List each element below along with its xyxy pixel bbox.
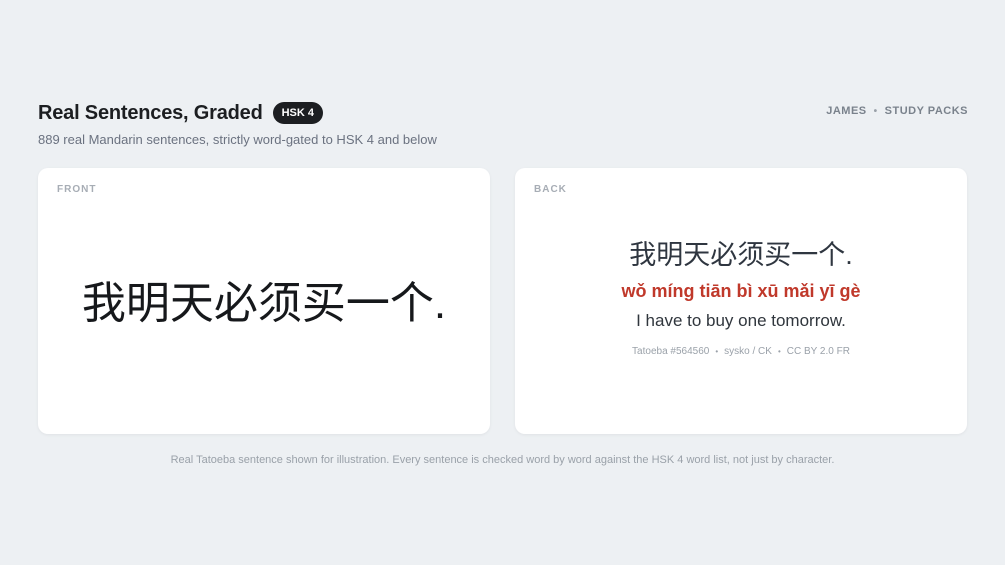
meta-separator: • <box>715 347 719 356</box>
back-card: BACK 我明天必须买一个. wǒ míng tiān bì xū mǎi yī… <box>515 168 967 434</box>
nav-study-packs-link[interactable]: STUDY PACKS <box>885 105 968 117</box>
front-card: FRONT 我明天必须买一个. <box>38 168 490 434</box>
nav-user-link[interactable]: JAMES <box>826 105 866 117</box>
page-subtitle: 889 real Mandarin sentences, strictly wo… <box>38 132 437 147</box>
level-badge: HSK 4 <box>272 102 323 124</box>
nav-separator: • <box>873 105 878 117</box>
meta-separator: • <box>777 347 781 356</box>
back-pinyin: wǒ míng tiān bì xū mǎi yī gè <box>621 281 861 301</box>
meta-license: CC BY 2.0 FR <box>786 346 850 357</box>
page-header: Real Sentences, Graded HSK 4 889 real Ma… <box>38 99 968 149</box>
top-nav: JAMES • STUDY PACKS <box>826 105 968 117</box>
meta-source: Tatoeba #564560 <box>632 346 710 357</box>
page-title: Real Sentences, Graded <box>38 101 263 124</box>
front-card-label: FRONT <box>57 184 97 195</box>
footer-note: Real Tatoeba sentence shown for illustra… <box>170 454 835 466</box>
back-translation: I have to buy one tomorrow. <box>636 311 846 330</box>
back-card-label: BACK <box>534 184 567 195</box>
back-hanzi: 我明天必须买一个. <box>629 240 853 270</box>
sentence-meta: Tatoeba #564560 • sysko / CK • CC BY 2.0… <box>515 346 967 357</box>
back-card-content: 我明天必须买一个. wǒ míng tiān bì xū mǎi yī gè I… <box>515 236 967 357</box>
front-hanzi: 我明天必须买一个. <box>81 279 447 328</box>
meta-author: sysko / CK <box>724 346 772 357</box>
